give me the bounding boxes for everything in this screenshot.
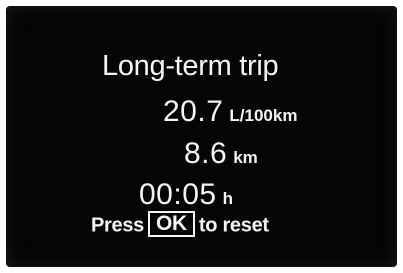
display-frame: Long-term trip 20.7 L/100km 8.6 km 00:05 h … [0,0,403,273]
time-value: 00:05 [139,178,217,211]
reset-prompt-after: to reset [198,214,269,237]
ok-key-indicator: OK [148,211,195,237]
time-unit: h [222,189,233,208]
trip-computer-screen: Long-term trip 20.7 L/100km 8.6 km 00:05 h … [6,6,397,267]
screen-title: Long-term trip [102,50,279,82]
distance-row: 8.6 km [184,137,258,171]
reset-prompt-before: Press [91,214,144,237]
consumption-unit: L/100km [229,106,298,125]
distance-value: 8.6 [184,137,228,170]
reset-prompt: Press OK to reset [91,211,269,239]
consumption-row: 20.7 L/100km [163,95,297,129]
distance-unit: km [233,148,258,167]
time-row: 00:05 h [139,178,233,212]
consumption-value: 20.7 [163,95,224,128]
